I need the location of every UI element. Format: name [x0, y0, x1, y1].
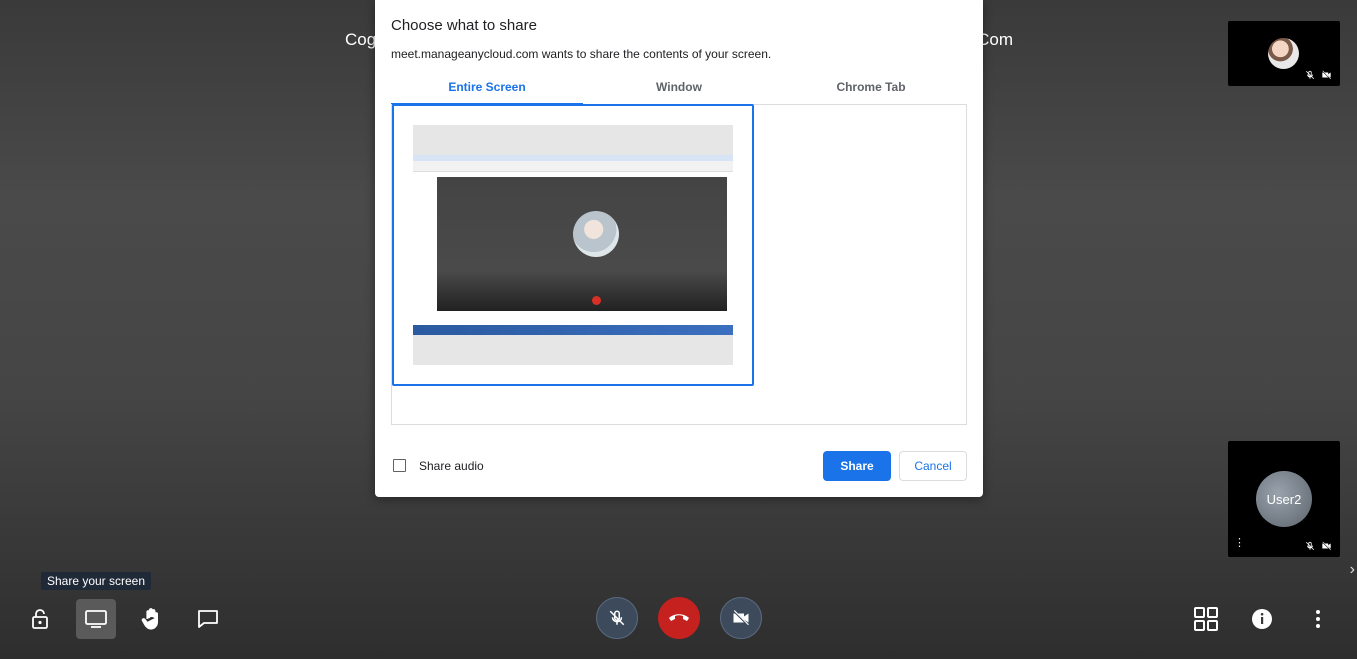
preview-taskbar — [413, 325, 733, 335]
toolbar-right — [1186, 599, 1338, 639]
dialog-subtitle: meet.manageanycloud.com wants to share t… — [391, 47, 772, 61]
share-source-tabs: Entire Screen Window Chrome Tab — [391, 74, 967, 105]
preview-hangup-icon — [592, 296, 601, 305]
info-button[interactable] — [1242, 599, 1282, 639]
toolbar-center — [596, 597, 762, 639]
camera-button[interactable] — [720, 597, 762, 639]
cancel-button[interactable]: Cancel — [899, 451, 967, 481]
raise-hand-button[interactable] — [132, 599, 172, 639]
phone-hangup-icon — [669, 614, 689, 621]
source-list — [391, 104, 967, 425]
share-audio-checkbox[interactable] — [393, 459, 406, 472]
share-audio-label: Share audio — [419, 459, 484, 473]
screen-preview — [413, 125, 733, 365]
dialog-footer: Share audio Share Cancel — [391, 451, 967, 483]
lock-button[interactable] — [20, 599, 60, 639]
participant-avatar-user2: User2 — [1256, 471, 1312, 527]
preview-window — [413, 155, 733, 335]
camera-off-icon — [1321, 70, 1332, 80]
tab-window[interactable]: Window — [583, 74, 775, 104]
hand-icon — [141, 608, 158, 630]
participant-menu-icon[interactable]: ⋮ — [1234, 538, 1245, 549]
tab-chrome-tab[interactable]: Chrome Tab — [775, 74, 967, 104]
meeting-title-left: Cog — [345, 30, 377, 49]
camera-off-icon — [1321, 541, 1332, 551]
participant-avatar — [1268, 38, 1299, 69]
info-icon — [1252, 609, 1272, 629]
grid-icon — [1194, 607, 1218, 631]
share-screen-dialog: Choose what to share meet.manageanycloud… — [375, 0, 983, 497]
share-screen-tooltip: Share your screen — [41, 572, 151, 590]
preview-avatar — [573, 211, 619, 257]
mic-muted-icon — [609, 610, 625, 626]
participant-thumbnail-2[interactable]: User2 ⋮ — [1228, 441, 1340, 557]
hangup-button[interactable] — [658, 597, 700, 639]
more-options-button[interactable] — [1298, 599, 1338, 639]
participant-status-icons — [1305, 70, 1332, 80]
screen-source-item[interactable] — [392, 104, 754, 386]
lock-icon — [32, 609, 48, 629]
preview-call-view — [437, 177, 727, 311]
tile-view-button[interactable] — [1186, 599, 1226, 639]
camera-off-icon — [732, 609, 750, 627]
mic-muted-icon — [1305, 70, 1315, 80]
participant-thumbnail-1[interactable] — [1228, 21, 1340, 86]
tab-entire-screen[interactable]: Entire Screen — [391, 74, 583, 105]
participant-name: User2 — [1266, 491, 1302, 507]
mute-button[interactable] — [596, 597, 638, 639]
chat-icon — [198, 610, 218, 628]
preview-toolbar — [413, 161, 733, 172]
participant-status-icons — [1305, 541, 1332, 551]
toolbar-left — [20, 599, 228, 639]
dialog-title: Choose what to share — [391, 17, 537, 34]
share-button[interactable]: Share — [823, 451, 891, 481]
more-vertical-icon — [1316, 610, 1320, 628]
chat-button[interactable] — [188, 599, 228, 639]
monitor-icon — [85, 610, 107, 628]
chevron-right-icon[interactable]: › — [1350, 561, 1355, 579]
share-screen-button[interactable] — [76, 599, 116, 639]
mic-muted-icon — [1305, 541, 1315, 551]
